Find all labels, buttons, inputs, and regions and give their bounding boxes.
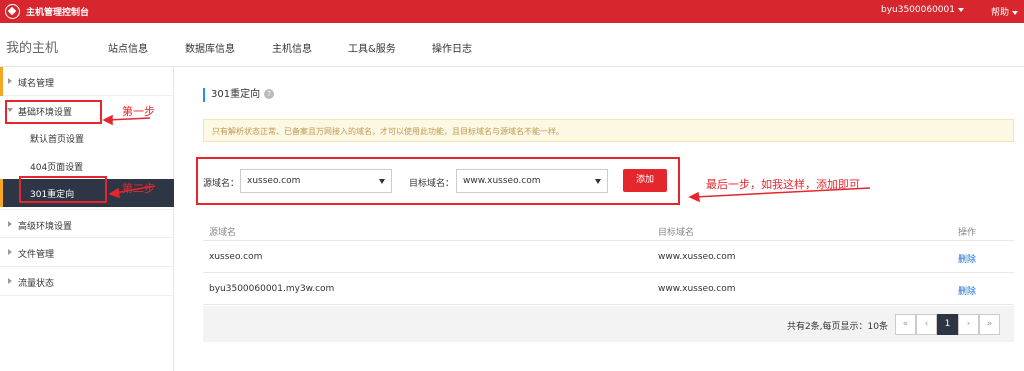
next-page-button[interactable]: › [958, 314, 979, 335]
header-source: 源域名 [209, 228, 237, 238]
console-title: 主机管理控制台 [26, 8, 90, 18]
sidebar-subitem-default-home[interactable]: 默认首页设置 [0, 124, 174, 152]
chevron-right-icon [8, 278, 12, 284]
sidebar-item-domain-mgmt[interactable]: 域名管理 [0, 67, 174, 96]
table-row: xusseo.com www.xusseo.com 删除 [203, 241, 1014, 273]
page-title: 301重定向? [203, 88, 275, 102]
chevron-down-icon [1012, 10, 1018, 15]
chevron-right-icon [8, 221, 12, 227]
main-nav: 我的主机 站点信息 数据库信息 主机信息 工具&服务 操作日志 [0, 23, 1024, 67]
chevron-right-icon [8, 249, 12, 255]
cell-source: xusseo.com [209, 252, 263, 262]
header-action: 操作 [958, 228, 977, 238]
annotation-step1: 第一步 [122, 105, 155, 118]
first-page-button[interactable]: « [895, 314, 916, 335]
user-name[interactable]: byu3500060001 [881, 5, 955, 15]
help-icon[interactable]: ? [264, 89, 275, 99]
annotation-box-step2 [19, 176, 107, 203]
nav-site-info[interactable]: 站点信息 [108, 40, 148, 55]
cell-source: byu3500060001.my3w.com [209, 284, 335, 294]
logo-icon [5, 4, 20, 19]
annotation-box-step3 [196, 157, 680, 205]
top-bar: 主机管理控制台 byu3500060001 帮助 [0, 0, 1024, 23]
chevron-right-icon [8, 78, 12, 84]
nav-operation-log[interactable]: 操作日志 [432, 40, 472, 55]
sidebar-item-traffic[interactable]: 流量状态 [0, 267, 174, 296]
page-brand: 我的主机 [6, 41, 59, 56]
help-menu[interactable]: 帮助 [991, 5, 1018, 18]
user-menu[interactable]: byu3500060001 [881, 5, 964, 15]
table-row: byu3500060001.my3w.com www.xusseo.com 删除 [203, 273, 1014, 305]
nav-host-info[interactable]: 主机信息 [272, 40, 312, 55]
table-header: 源域名 目标域名 操作 [203, 219, 1014, 241]
sidebar-item-label: 高级环境设置 [18, 222, 73, 232]
sidebar-item-label: 域名管理 [18, 79, 55, 89]
delete-link[interactable]: 删除 [958, 284, 976, 297]
pagination: 共有2条,每页显示：10条 « ‹ 1 › » [203, 306, 1014, 342]
page-1-button[interactable]: 1 [937, 314, 958, 335]
sidebar-item-advanced-env[interactable]: 高级环境设置 [0, 209, 174, 238]
delete-link[interactable]: 删除 [958, 252, 976, 265]
prev-page-button[interactable]: ‹ [916, 314, 937, 335]
pagination-info: 共有2条,每页显示：10条 [786, 322, 888, 332]
annotation-box-step1 [5, 100, 102, 124]
cell-target: www.xusseo.com [658, 252, 736, 262]
page-title-text: 301重定向 [211, 89, 261, 100]
sidebar-item-label: 流量状态 [18, 279, 55, 289]
sidebar-item-label: 文件管理 [18, 250, 55, 260]
chevron-down-icon [958, 7, 964, 12]
sidebar-item-label: 404页面设置 [30, 163, 84, 173]
nav-tools-services[interactable]: 工具&服务 [348, 40, 396, 55]
annotation-step2: 第二步 [122, 182, 155, 195]
header-target: 目标域名 [658, 228, 695, 238]
cell-target: www.xusseo.com [658, 284, 736, 294]
help-label[interactable]: 帮助 [991, 8, 1009, 18]
nav-database-info[interactable]: 数据库信息 [185, 40, 235, 55]
sidebar-item-label: 默认首页设置 [30, 135, 85, 145]
annotation-step3: 最后一步，如我这样，添加即可 [706, 178, 860, 191]
notice-banner: 只有解析状态正常、已备案且万网接入的域名，才可以使用此功能，且目标域名与源域名不… [203, 119, 1014, 142]
last-page-button[interactable]: » [979, 314, 1000, 335]
active-indicator [0, 67, 3, 96]
sidebar-item-file-mgmt[interactable]: 文件管理 [0, 238, 174, 267]
